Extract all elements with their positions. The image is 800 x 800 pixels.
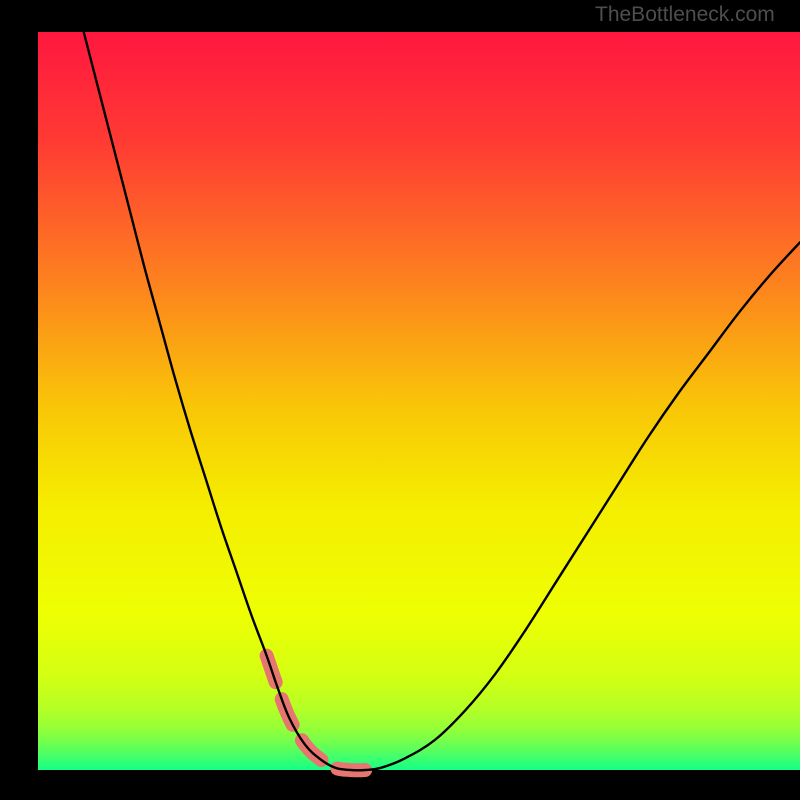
- chart-frame: TheBottleneck.com: [0, 0, 800, 800]
- chart-svg: [0, 0, 800, 800]
- plot-background: [38, 32, 800, 770]
